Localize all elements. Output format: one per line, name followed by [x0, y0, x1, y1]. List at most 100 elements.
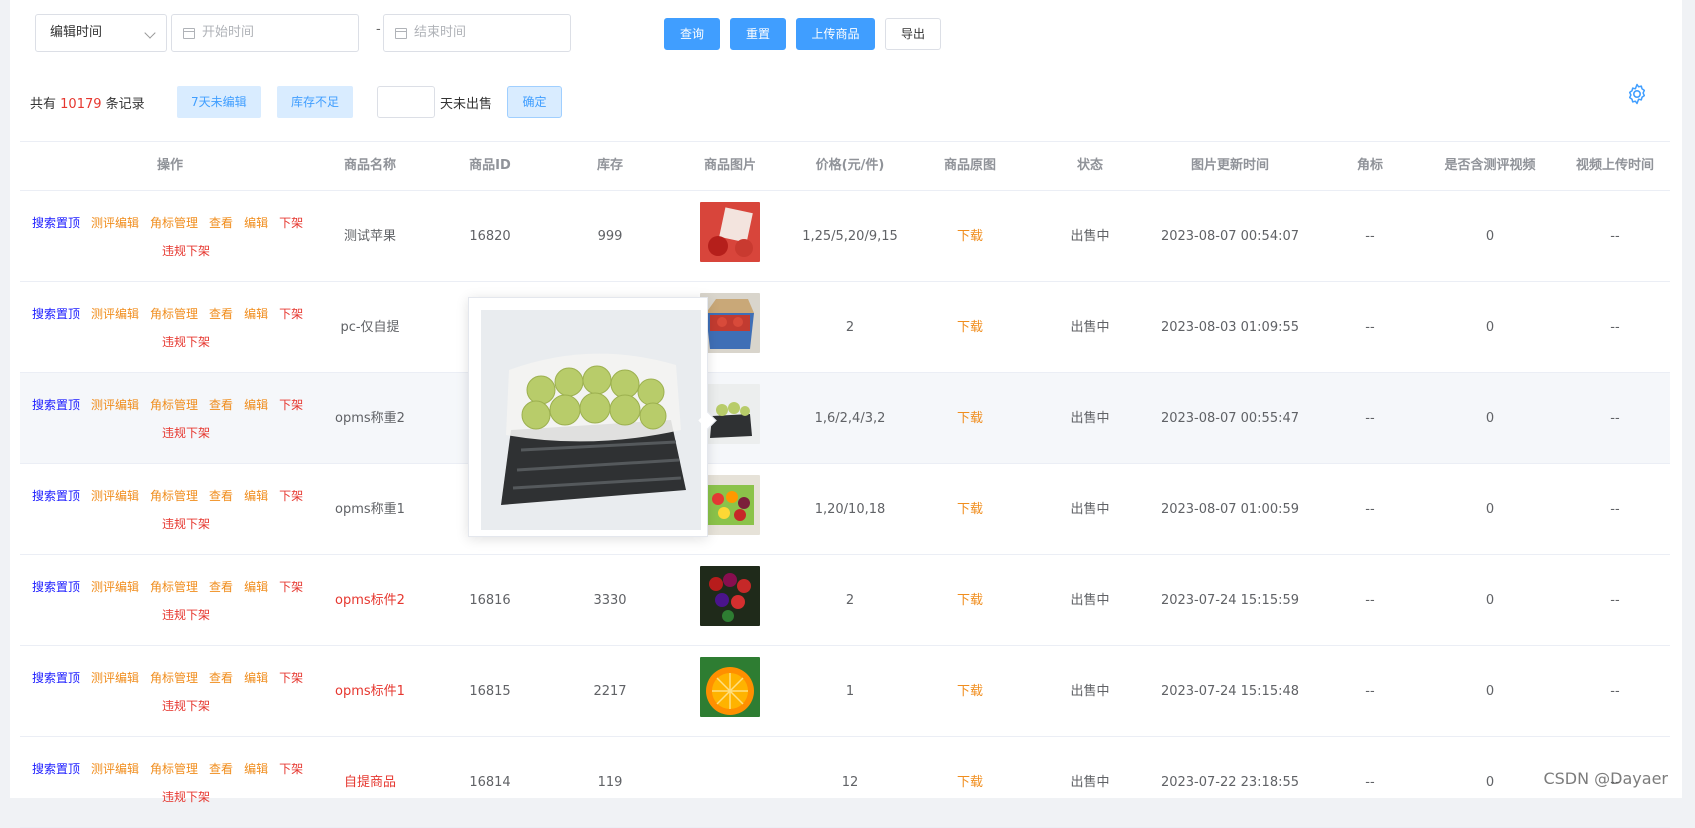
download-link[interactable]: 下载: [957, 593, 983, 608]
cell-actions: 搜索置顶 测评编辑 角标管理 查看 编辑 下架违规下架: [20, 646, 320, 736]
cell-actions: 搜索置顶 测评编辑 角标管理 查看 编辑 下架违规下架: [20, 282, 320, 372]
download-link[interactable]: 下载: [957, 684, 983, 699]
cell-original-image: 下载: [900, 282, 1040, 372]
violation-delist-link[interactable]: 违规下架: [162, 244, 210, 258]
badge-manage-link[interactable]: 角标管理: [150, 577, 198, 597]
edit-link[interactable]: 编辑: [244, 304, 268, 324]
badge-manage-link[interactable]: 角标管理: [150, 213, 198, 233]
badge-manage-link[interactable]: 角标管理: [150, 759, 198, 779]
edit-link[interactable]: 编辑: [244, 213, 268, 233]
filter-chip-unedited-7days[interactable]: 7天未编辑: [177, 86, 261, 118]
badge-manage-link[interactable]: 角标管理: [150, 304, 198, 324]
reset-button[interactable]: 重置: [730, 18, 786, 50]
cell-video-upload-time: --: [1610, 684, 1620, 699]
review-edit-link[interactable]: 测评编辑: [91, 668, 139, 688]
end-time-input[interactable]: 结束时间: [383, 14, 571, 52]
confirm-button[interactable]: 确定: [507, 86, 562, 118]
product-thumbnail[interactable]: [700, 657, 760, 717]
search-top-link[interactable]: 搜索置顶: [32, 304, 80, 324]
review-edit-link[interactable]: 测评编辑: [91, 577, 139, 597]
view-link[interactable]: 查看: [209, 668, 233, 688]
view-link[interactable]: 查看: [209, 486, 233, 506]
review-edit-link[interactable]: 测评编辑: [91, 395, 139, 415]
cell-video-upload-time: --: [1610, 229, 1620, 244]
delist-link[interactable]: 下架: [279, 577, 303, 597]
review-edit-link[interactable]: 测评编辑: [91, 213, 139, 233]
delist-link[interactable]: 下架: [279, 213, 303, 233]
table-row: 搜索置顶 测评编辑 角标管理 查看 编辑 下架 违规下架 opms标件1 16815 2217 1 下…: [20, 646, 1670, 737]
search-top-link[interactable]: 搜索置顶: [32, 213, 80, 233]
chevron-down-icon: [144, 27, 156, 39]
delist-link[interactable]: 下架: [279, 486, 303, 506]
upload-product-button[interactable]: 上传商品: [796, 18, 875, 50]
edit-link[interactable]: 编辑: [244, 668, 268, 688]
search-top-link[interactable]: 搜索置顶: [32, 668, 80, 688]
query-button[interactable]: 查询: [664, 18, 720, 50]
review-edit-link[interactable]: 测评编辑: [91, 759, 139, 779]
column-header: 图片更新时间: [1190, 158, 1269, 173]
start-time-input[interactable]: 开始时间: [171, 14, 359, 52]
view-link[interactable]: 查看: [209, 395, 233, 415]
violation-delist-link[interactable]: 违规下架: [162, 335, 210, 349]
cell-price: 1,25/5,20/9,15: [802, 229, 898, 244]
review-edit-link[interactable]: 测评编辑: [91, 304, 139, 324]
download-link[interactable]: 下载: [957, 775, 983, 790]
cell-product-image: [660, 191, 800, 281]
product-thumbnail[interactable]: [700, 293, 760, 353]
export-button[interactable]: 导出: [885, 18, 941, 50]
view-link[interactable]: 查看: [209, 213, 233, 233]
cell-product-name: opms称重1: [335, 502, 405, 517]
column-header: 商品名称: [343, 158, 396, 173]
search-top-link[interactable]: 搜索置顶: [32, 577, 80, 597]
column-header: 商品原图: [943, 158, 996, 173]
view-link[interactable]: 查看: [209, 304, 233, 324]
badge-manage-link[interactable]: 角标管理: [150, 395, 198, 415]
filter-chip-low-stock[interactable]: 库存不足: [277, 86, 354, 118]
edit-link[interactable]: 编辑: [244, 759, 268, 779]
cell-product-name: 测试苹果: [343, 229, 396, 244]
download-link[interactable]: 下载: [957, 320, 983, 335]
delist-link[interactable]: 下架: [279, 395, 303, 415]
delist-link[interactable]: 下架: [279, 759, 303, 779]
download-link[interactable]: 下载: [957, 229, 983, 244]
cell-status: 出售中: [1070, 411, 1110, 426]
cell-video-upload-time: --: [1610, 320, 1620, 335]
cell-status: 出售中: [1070, 229, 1110, 244]
delist-link[interactable]: 下架: [279, 668, 303, 688]
product-thumbnail[interactable]: [700, 202, 760, 262]
review-edit-link[interactable]: 测评编辑: [91, 486, 139, 506]
violation-delist-link[interactable]: 违规下架: [162, 426, 210, 440]
violation-delist-link[interactable]: 违规下架: [162, 517, 210, 531]
cell-actions: 搜索置顶 测评编辑 角标管理 查看 编辑 下架违规下架: [20, 191, 320, 281]
product-table: 操作 商品名称 商品ID 库存 商品图片 价格(元/件) 商品原图 状态 图片更…: [20, 141, 1670, 828]
violation-delist-link[interactable]: 违规下架: [162, 790, 210, 804]
download-link[interactable]: 下载: [957, 411, 983, 426]
cell-product-image: [660, 737, 800, 827]
cell-has-review-video: 0: [1485, 229, 1495, 244]
product-thumbnail[interactable]: [700, 475, 760, 535]
cell-badge: --: [1365, 775, 1375, 790]
search-top-link[interactable]: 搜索置顶: [32, 395, 80, 415]
time-type-select[interactable]: 编辑时间: [35, 14, 167, 52]
search-top-link[interactable]: 搜索置顶: [32, 759, 80, 779]
violation-delist-link[interactable]: 违规下架: [162, 608, 210, 622]
search-top-link[interactable]: 搜索置顶: [32, 486, 80, 506]
badge-manage-link[interactable]: 角标管理: [150, 486, 198, 506]
view-link[interactable]: 查看: [209, 759, 233, 779]
gear-icon[interactable]: [1625, 82, 1649, 106]
violation-delist-link[interactable]: 违规下架: [162, 699, 210, 713]
edit-link[interactable]: 编辑: [244, 577, 268, 597]
view-link[interactable]: 查看: [209, 577, 233, 597]
edit-link[interactable]: 编辑: [244, 395, 268, 415]
cell-has-review-video: 0: [1485, 320, 1495, 335]
badge-manage-link[interactable]: 角标管理: [150, 668, 198, 688]
cell-product-name: opms标件2: [335, 593, 405, 608]
unsold-days-input[interactable]: [377, 86, 435, 118]
download-link[interactable]: 下载: [957, 502, 983, 517]
delist-link[interactable]: 下架: [279, 304, 303, 324]
cell-badge: --: [1365, 229, 1375, 244]
edit-link[interactable]: 编辑: [244, 486, 268, 506]
column-header: 操作: [156, 158, 183, 173]
product-thumbnail[interactable]: [700, 566, 760, 626]
cell-price: 1: [845, 684, 855, 699]
